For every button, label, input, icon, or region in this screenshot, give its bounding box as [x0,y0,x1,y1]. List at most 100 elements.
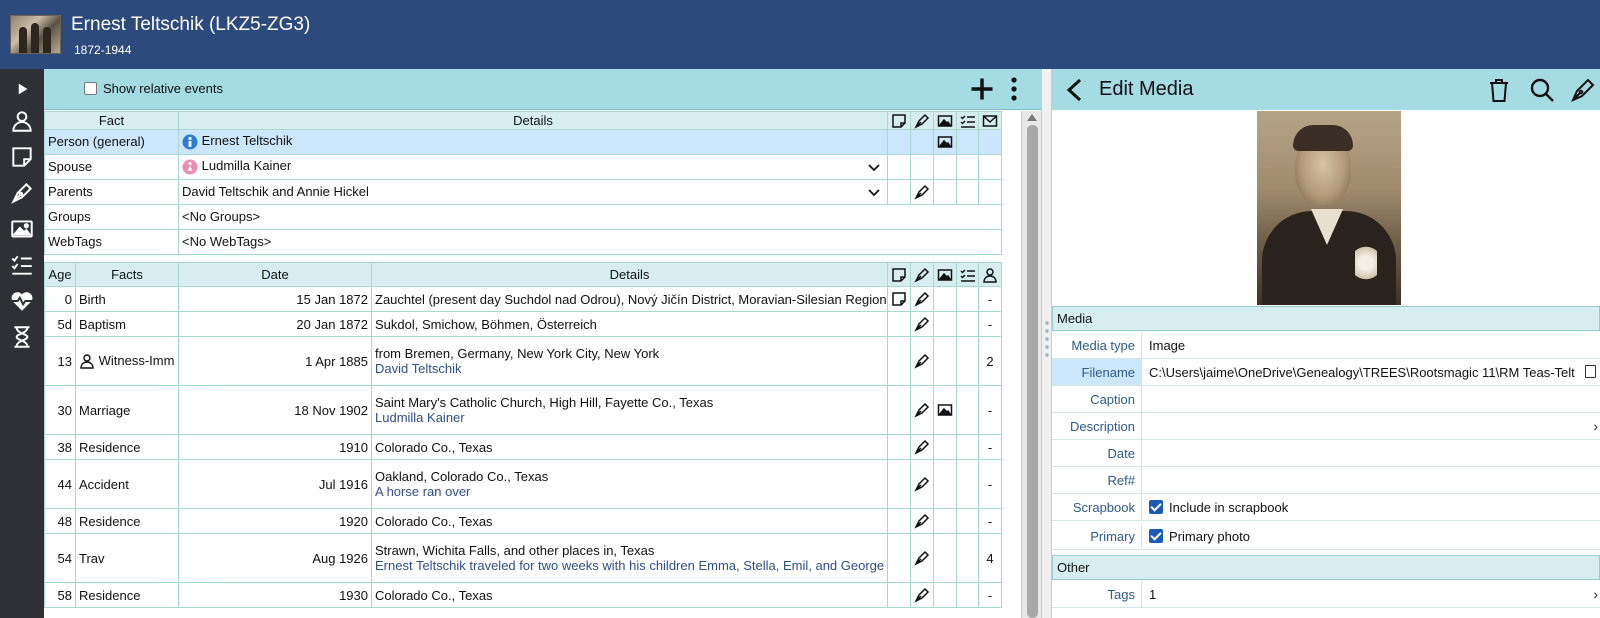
citation-pen-icon[interactable] [910,286,934,312]
note-column-icon[interactable] [887,262,911,287]
add-fact-icon[interactable] [968,75,996,103]
panel-splitter[interactable] [1041,69,1052,618]
media-cell[interactable] [933,336,957,386]
table-row[interactable]: 54 Trav Aug 1926 Strawn, Wichita Falls, and… [44,533,1002,583]
checkbox-checked-icon[interactable] [1149,529,1163,543]
media-image-icon[interactable] [8,215,36,243]
citation-pen-icon[interactable] [910,459,934,509]
caption-row[interactable]: Caption [1052,386,1600,413]
chevron-down-icon[interactable] [867,186,881,200]
details-column-header[interactable]: Details [178,111,888,130]
filename-field[interactable]: C:\Users\jaime\OneDrive\Genealogy\TREES\… [1145,359,1575,385]
note-cell[interactable] [887,508,911,534]
timeline-hourglass-icon[interactable] [8,323,36,351]
note-cell[interactable] [887,311,911,337]
back-arrow-icon[interactable] [1064,77,1086,103]
search-icon[interactable] [1529,77,1555,103]
scroll-up-arrow-icon[interactable] [1027,114,1037,121]
table-row[interactable]: 0 Birth 15 Jan 1872 Zauchtel (present day S… [44,286,1002,312]
date-field[interactable] [1145,440,1600,466]
task-cell[interactable] [956,385,979,435]
note-cell[interactable] [887,434,911,460]
note-cell[interactable] [887,336,911,386]
citation-pen-icon[interactable] [910,434,934,460]
media-cell[interactable] [933,533,957,583]
citation-pen-icon[interactable] [910,533,934,583]
task-list-icon[interactable] [8,251,36,279]
facts-column-header[interactable]: Facts [75,262,179,287]
task-cell[interactable] [956,336,979,386]
file-browse-icon[interactable] [1585,365,1596,378]
checkbox-checked-icon[interactable] [1149,500,1163,514]
table-row[interactable]: 44 Accident Jul 1916 Oakland, Colorado Co.,… [44,459,1002,509]
filename-row[interactable]: Filename C:\Users\jaime\OneDrive\Genealo… [1052,359,1600,386]
trash-icon[interactable] [1487,77,1511,103]
sharing-column-icon[interactable] [978,262,1002,287]
more-options-icon[interactable] [1006,75,1022,103]
citations-pen-icon[interactable] [8,179,36,207]
expand-sidebar-icon[interactable] [8,75,36,103]
address-column-icon[interactable] [978,111,1002,130]
task-cell[interactable] [956,508,979,534]
table-row[interactable]: 58 Residence 1930 Colorado Co., Texas - [44,582,1002,608]
media-cell[interactable] [933,459,957,509]
task-cell[interactable] [956,311,979,337]
table-row[interactable]: Person (general) Ernest Teltschik [44,128,1002,155]
facts-scrollbar[interactable] [1021,111,1041,618]
show-relative-events-checkbox[interactable]: Show relative events [84,81,223,96]
note-cell[interactable] [887,533,911,583]
edit-pen-icon[interactable] [1570,77,1596,103]
description-row[interactable]: Description › [1052,413,1600,440]
media-cell[interactable] [933,385,957,435]
citation-pen-icon[interactable] [910,582,934,608]
ref-field[interactable] [1145,467,1600,493]
media-photo[interactable] [1257,111,1401,305]
citation-pen-icon[interactable] [910,311,934,337]
age-column-header[interactable]: Age [44,262,76,287]
primary-photo-checkbox[interactable]: Primary photo [1145,523,1600,549]
date-row[interactable]: Date [1052,440,1600,467]
task-cell[interactable] [956,582,979,608]
media-cell[interactable] [933,286,957,312]
health-heart-icon[interactable] [8,287,36,315]
table-row[interactable]: Groups <No Groups> [44,203,1002,230]
table-row[interactable]: Spouse Ludmilla Kainer [44,153,1002,180]
citation-pen-icon[interactable] [910,336,934,386]
drag-handle-icon[interactable] [1045,319,1049,359]
note-cell[interactable] [887,459,911,509]
citation-pen-icon[interactable] [910,178,934,205]
notes-icon[interactable] [8,143,36,171]
media-cell[interactable] [933,434,957,460]
media-cell[interactable] [933,508,957,534]
chevron-right-icon[interactable]: › [1593,418,1598,434]
note-cell[interactable] [887,385,911,435]
task-cell[interactable] [956,286,979,312]
task-cell[interactable] [956,459,979,509]
table-row[interactable]: 5d Baptism 20 Jan 1872 Sukdol, Smichow, Böh… [44,311,1002,337]
table-row[interactable]: 48 Residence 1920 Colorado Co., Texas - [44,508,1002,534]
table-row[interactable]: 13 Witness-Imm 1 Apr 1885 from Bremen, Ger… [44,336,1002,386]
citation-column-icon[interactable] [910,111,934,130]
checkbox-box[interactable] [84,82,97,95]
media-column-icon[interactable] [933,111,957,130]
chevron-right-icon[interactable]: › [1593,586,1598,602]
task-cell[interactable] [956,533,979,583]
note-column-icon[interactable] [887,111,911,130]
chevron-down-icon[interactable] [867,161,881,175]
note-cell[interactable] [887,582,911,608]
task-column-icon[interactable] [956,262,979,287]
task-column-icon[interactable] [956,111,979,130]
citation-pen-icon[interactable] [910,385,934,435]
person-thumbnail[interactable] [10,15,61,54]
fact-column-header[interactable]: Fact [44,111,179,130]
citation-column-icon[interactable] [910,262,934,287]
description-field[interactable] [1145,413,1600,439]
citation-pen-icon[interactable] [910,508,934,534]
table-row[interactable]: 38 Residence 1910 Colorado Co., Texas - [44,434,1002,460]
table-row[interactable]: Parents David Teltschik and Annie Hickel [44,178,1002,205]
details-column-header[interactable]: Details [371,262,888,287]
table-row[interactable]: 30 Marriage 18 Nov 1902 Saint Mary's Cathol… [44,385,1002,435]
person-icon[interactable] [8,107,36,135]
scrapbook-checkbox[interactable]: Include in scrapbook [1145,494,1600,520]
media-cell[interactable] [933,311,957,337]
